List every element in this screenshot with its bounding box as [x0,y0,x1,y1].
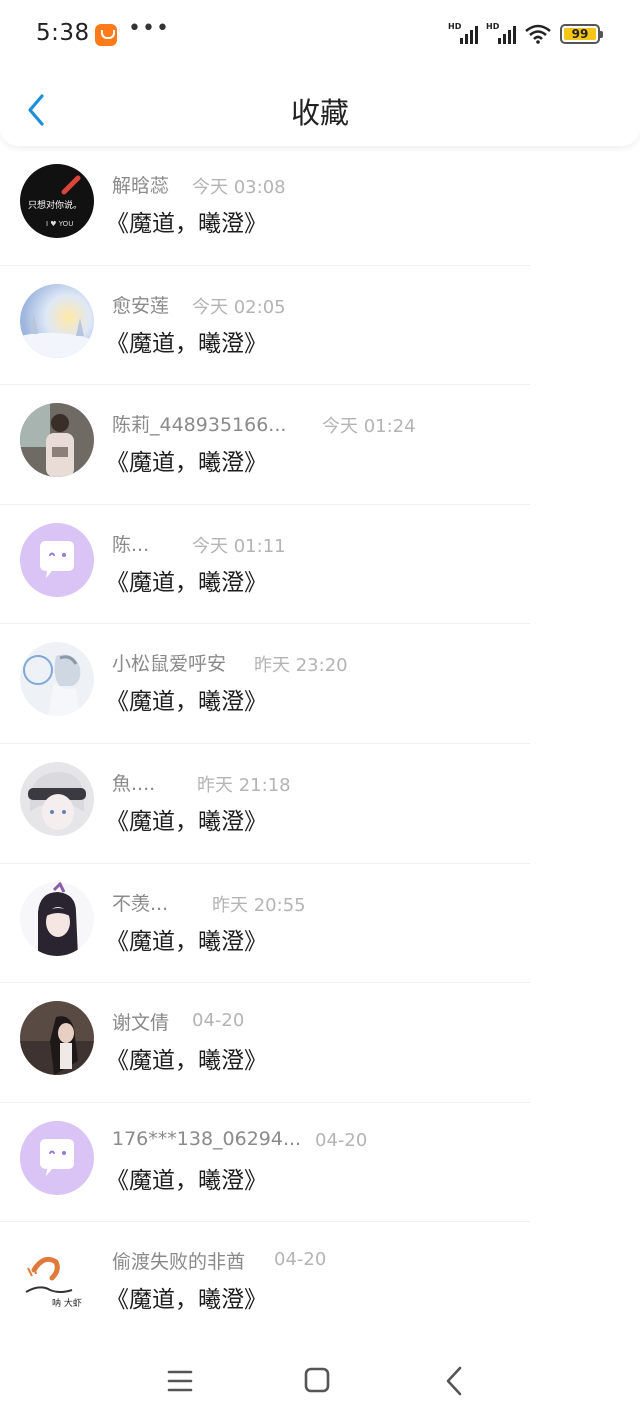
timestamp: 昨天 21:18 [197,774,291,796]
avatar [20,881,94,956]
list-item[interactable]: 呐 大虾 偷渡失败的非酋 04-20 《魔道，曦澄》 [0,1222,640,1342]
timestamp: 04-20 [192,1010,245,1032]
item-title: 《魔道，曦澄》 [106,211,267,237]
item-title: 《魔道，曦澄》 [106,450,267,477]
list-item[interactable]: 陈莉_448935166... 今天 01:24 《魔道，曦澄》 [0,385,640,505]
list-item[interactable]: 小松鼠爱呼安 昨天 23:20 《魔道，曦澄》 [0,624,640,744]
avatar [20,642,94,717]
list-item[interactable]: 不羡... 昨天 20:55 《魔道，曦澄》 [0,864,640,984]
home-square-icon [304,1367,330,1393]
avatar: 呐 大虾 [20,1240,94,1315]
item-title: 《魔道，曦澄》 [106,330,267,357]
username: 176***138_06294... [112,1127,302,1150]
menu-icon [167,1370,193,1392]
username: 陈莉_448935166... [112,414,287,437]
back-nav-button[interactable] [434,1364,474,1398]
avatar: 只想对你说。 I ♥ YOU [20,164,94,238]
username: 陈... [112,533,150,556]
avatar [20,283,94,358]
avatar [20,403,94,478]
username: 偷渡失败的非酋 [112,1251,246,1274]
svg-text:只想对你说。: 只想对你说。 [28,199,82,211]
svg-text:I ♥ YOU: I ♥ YOU [46,220,73,228]
timestamp: 昨天 23:20 [254,655,348,677]
avatar [20,761,94,836]
list-item[interactable]: 176***138_06294... 04-20 《魔道，曦澄》 [0,1103,640,1223]
favorites-list: 只想对你说。 I ♥ YOU 解晗蕊 今天 03:08 《魔道，曦澄》 愈安莲 今… [0,146,640,1342]
svg-text:呐 大虾: 呐 大虾 [52,1297,82,1309]
timestamp: 04-20 [315,1129,368,1151]
username: 不羡... [112,892,169,915]
status-icons: HD HD 99 [448,22,603,44]
home-button[interactable] [297,1364,337,1398]
status-time: 5:38 [36,20,90,46]
list-item[interactable]: 愈安莲 今天 02:05 《魔道，曦澄》 [0,266,640,386]
list-item[interactable]: 陈... 今天 01:11 《魔道，曦澄》 [0,505,640,625]
status-bar: 5:38 ••• HD HD 99 [0,0,640,72]
list-item[interactable]: 谢文倩 04-20 《魔道，曦澄》 [0,983,640,1103]
navigation-bar: 收藏 [0,72,640,146]
back-triangle-icon [446,1366,462,1396]
more-dots-icon: ••• [128,16,170,41]
timestamp: 今天 01:24 [322,416,416,438]
timestamp: 昨天 20:55 [212,894,306,916]
wifi-icon [525,24,551,44]
battery-icon: 99 [560,24,603,44]
username: 谢文倩 [112,1012,170,1035]
item-title: 《魔道，曦澄》 [106,808,267,835]
timestamp: 今天 03:08 [192,177,286,198]
signal-icon: HD [486,22,516,44]
item-title: 《魔道，曦澄》 [106,1287,267,1314]
menu-button[interactable] [160,1364,200,1398]
list-item[interactable]: 只想对你说。 I ♥ YOU 解晗蕊 今天 03:08 《魔道，曦澄》 [0,146,640,266]
item-title: 《魔道，曦澄》 [106,1167,267,1194]
avatar [20,1120,94,1195]
signal-icon: HD [448,22,478,44]
timestamp: 04-20 [274,1249,327,1271]
list-item[interactable]: 魚.... 昨天 21:18 《魔道，曦澄》 [0,744,640,864]
item-title: 《魔道，曦澄》 [106,689,267,716]
timestamp: 今天 01:11 [192,535,286,557]
username: 小松鼠爱呼安 [112,653,227,676]
battery-level: 99 [564,27,596,41]
system-nav-bar [0,1340,640,1422]
username: 解晗蕊 [112,175,170,197]
page-title: 收藏 [290,96,349,130]
username: 魚.... [112,772,156,795]
shopping-app-icon [95,24,117,46]
avatar [20,1001,94,1076]
avatar [20,522,94,597]
timestamp: 今天 02:05 [192,296,286,318]
item-title: 《魔道，曦澄》 [106,569,267,596]
username: 愈安莲 [112,294,170,317]
item-title: 《魔道，曦澄》 [106,1048,267,1075]
item-title: 《魔道，曦澄》 [106,928,267,955]
